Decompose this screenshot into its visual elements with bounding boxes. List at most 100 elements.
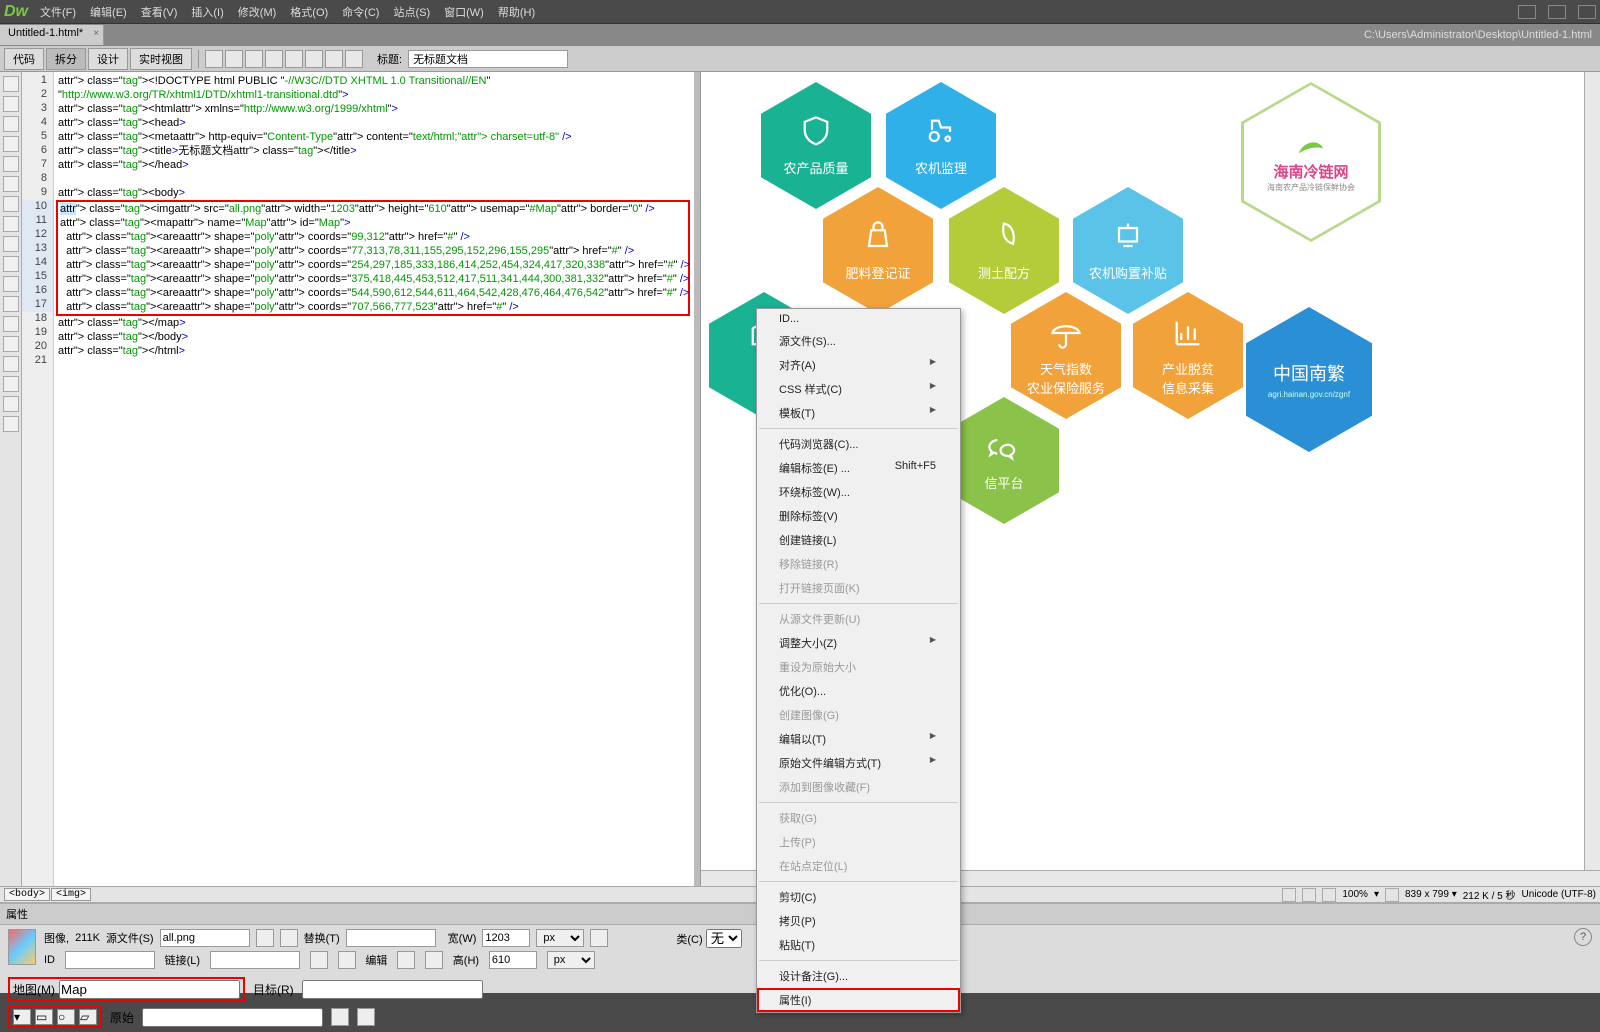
menu-help[interactable]: 帮助(H) [498,4,535,20]
src-browse-icon[interactable] [280,929,298,947]
tool-icon-6[interactable] [305,50,323,68]
lock-icon[interactable] [590,929,608,947]
ctx-item[interactable]: 代码浏览器(C)... [757,432,960,456]
ctx-item[interactable]: 模板(T) [757,401,960,425]
ctx-item[interactable]: ID... [757,309,960,329]
vtool-icon[interactable] [3,276,19,292]
vtool-icon[interactable] [3,176,19,192]
hexagon-tile[interactable]: 农产品质量 [761,82,871,209]
orig-browse-icon[interactable] [357,1008,375,1026]
target-input[interactable] [302,980,483,999]
logo-hex[interactable]: 海南冷链网海南农产品冷链保鲜协会 [1241,82,1381,242]
ctx-item[interactable]: 剪切(C) [757,885,960,909]
menu-format[interactable]: 格式(O) [290,4,328,20]
edit-opt-icon[interactable] [425,951,443,969]
help-icon[interactable]: ? [1574,928,1592,946]
orig-folder-icon[interactable] [331,1008,349,1026]
hexagon-tile[interactable]: 农机监理 [886,82,996,209]
ctx-item[interactable]: 拷贝(P) [757,909,960,933]
vtool-icon[interactable] [3,136,19,152]
tool-icon-3[interactable] [245,50,263,68]
view-live-button[interactable]: 实时视图 [130,48,192,70]
layout-toggle-3-icon[interactable] [1578,5,1596,19]
src-input[interactable] [160,929,250,947]
menu-insert[interactable]: 插入(I) [191,4,223,20]
ctx-item[interactable]: 编辑以(T) [757,727,960,751]
id-input[interactable] [65,951,155,969]
poly-hotspot-icon[interactable]: ▱ [79,1009,97,1025]
tool-icon-5[interactable] [285,50,303,68]
ctx-item[interactable]: 编辑标签(E) ...Shift+F5 [757,456,960,480]
hexagon-tile[interactable]: 天气指数农业保险服务 [1011,292,1121,419]
hand-icon[interactable] [1302,888,1316,902]
vtool-icon[interactable] [3,196,19,212]
hexagon-tile[interactable]: 信平台 [949,397,1059,524]
ctx-item[interactable]: 源文件(S)... [757,329,960,353]
vtool-icon[interactable] [3,116,19,132]
vtool-icon[interactable] [3,316,19,332]
tool-icon-2[interactable] [225,50,243,68]
code-editor[interactable]: attr"> class="tag"><!DOCTYPE html PUBLIC… [54,72,694,886]
ctx-item[interactable]: 优化(O)... [757,679,960,703]
menu-edit[interactable]: 编辑(E) [90,4,127,20]
map-input[interactable] [59,980,240,999]
ctx-item[interactable]: CSS 样式(C) [757,377,960,401]
vtool-icon[interactable] [3,376,19,392]
layout-toggle-1-icon[interactable] [1518,5,1536,19]
class-select[interactable]: 无 [706,929,742,948]
view-split-button[interactable]: 拆分 [46,48,86,70]
hexagon-tile[interactable]: 产业脱贫信息采集 [1133,292,1243,419]
ctx-item[interactable]: 调整大小(Z) [757,631,960,655]
layout-toggle-2-icon[interactable] [1548,5,1566,19]
vtool-icon[interactable] [3,336,19,352]
tool-icon-8[interactable] [345,50,363,68]
blue-logo-hex[interactable]: 中国南繁agri.hainan.gov.cn/zgnf [1246,307,1372,452]
hexagon-tile[interactable]: 测土配方 [949,187,1059,314]
vtool-icon[interactable] [3,256,19,272]
view-design-button[interactable]: 设计 [88,48,128,70]
zoom-icon[interactable] [1322,888,1336,902]
menu-commands[interactable]: 命令(C) [342,4,379,20]
height-unit-select[interactable]: px [547,951,595,969]
tag-crumb-img[interactable]: <img> [51,888,91,901]
dimensions-label[interactable]: 839 x 799 ▾ [1405,889,1457,900]
menu-view[interactable]: 查看(V) [141,4,178,20]
link-folder-icon[interactable] [310,951,328,969]
hexagon-tile[interactable]: 肥料登记证 [823,187,933,314]
ctx-item[interactable]: 粘贴(T) [757,933,960,957]
document-tab[interactable]: Untitled-1.html* × [0,25,104,45]
menu-file[interactable]: 文件(F) [40,4,76,20]
link-browse-icon[interactable] [338,951,356,969]
title-input[interactable] [408,50,568,68]
original-input[interactable] [142,1008,323,1027]
vtool-icon[interactable] [3,216,19,232]
ctx-item[interactable]: 环绕标签(W)... [757,480,960,504]
hexagon-tile[interactable]: 农机购置补贴 [1073,187,1183,314]
vtool-icon[interactable] [3,396,19,412]
tag-crumb-body[interactable]: <body> [4,888,50,901]
vtool-icon[interactable] [3,296,19,312]
zoom-value[interactable]: 100% [1342,889,1368,900]
edit-ps-icon[interactable] [397,951,415,969]
vtool-icon[interactable] [3,356,19,372]
width-unit-select[interactable]: px [536,929,584,947]
alt-input[interactable] [346,929,436,947]
vtool-icon[interactable] [3,416,19,432]
pointer-icon[interactable] [1282,888,1296,902]
vtool-icon[interactable] [3,76,19,92]
width-input[interactable] [482,929,530,947]
tool-icon-1[interactable] [205,50,223,68]
menu-modify[interactable]: 修改(M) [238,4,277,20]
oval-hotspot-icon[interactable]: ○ [57,1009,75,1025]
vtool-icon[interactable] [3,96,19,112]
view-code-button[interactable]: 代码 [4,48,44,70]
pointer-tool-icon[interactable]: ▾ [13,1009,31,1025]
tool-icon-4[interactable] [265,50,283,68]
ctx-item[interactable]: 创建链接(L) [757,528,960,552]
vertical-scrollbar[interactable] [1584,72,1600,870]
height-input[interactable] [489,951,537,969]
ctx-item[interactable]: 删除标签(V) [757,504,960,528]
ctx-item[interactable]: 对齐(A) [757,353,960,377]
menu-site[interactable]: 站点(S) [393,4,430,20]
vtool-icon[interactable] [3,156,19,172]
